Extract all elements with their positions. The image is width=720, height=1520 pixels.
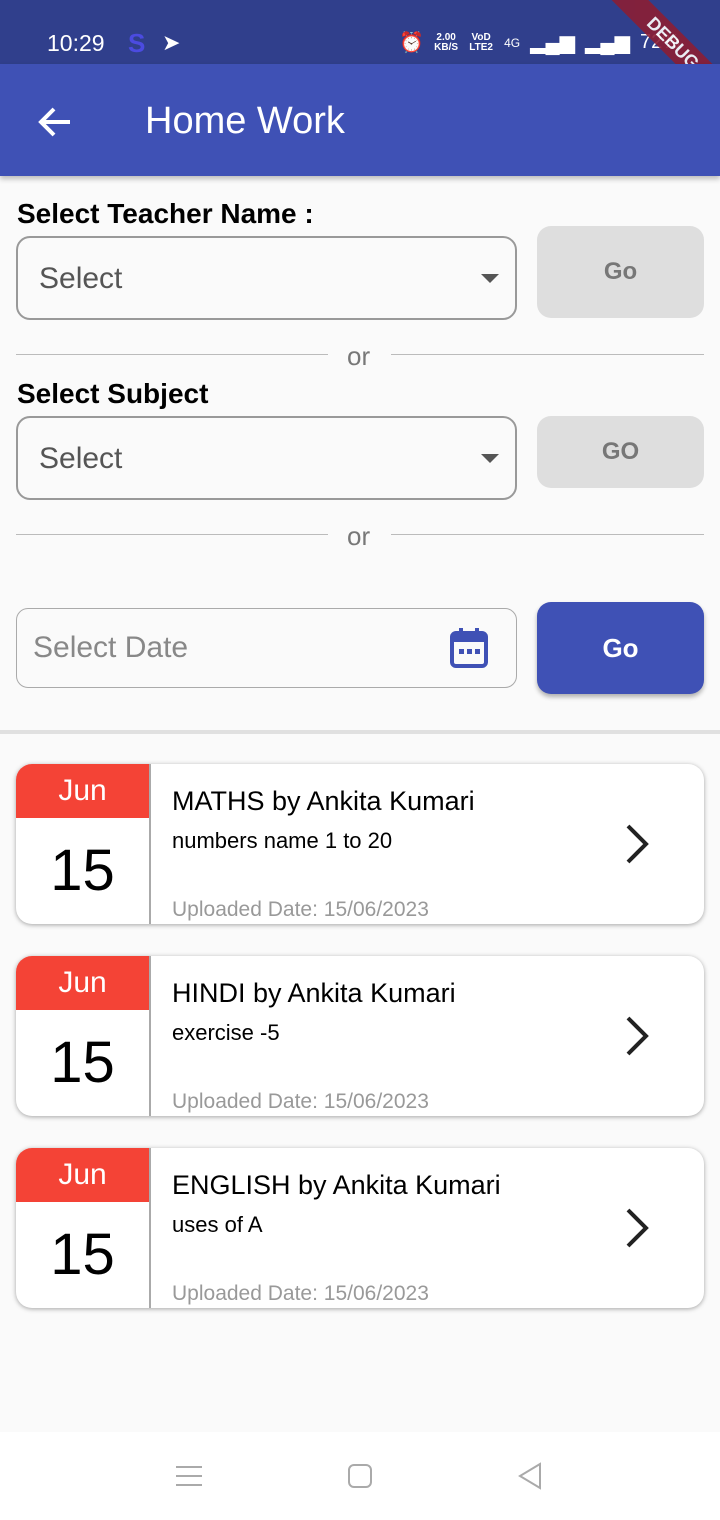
teacher-dropdown-value: Select: [39, 262, 123, 295]
dropdown-arrow-icon: [481, 454, 499, 463]
date-day: 15: [50, 1030, 115, 1095]
teacher-go-button[interactable]: Go: [537, 226, 704, 318]
page-title: Home Work: [145, 100, 345, 142]
homework-title: ENGLISH by Ankita Kumari: [172, 1170, 501, 1200]
menu-icon[interactable]: [175, 1464, 203, 1488]
uploaded-date: Uploaded Date: 15/06/2023: [172, 1090, 429, 1113]
status-bar: 10:29 S ➤ ⏰ 2.00 KB/S VoD LTE2 4G ▂▄▆ ▂▄▆…: [0, 0, 720, 64]
subject-go-button[interactable]: GO: [537, 416, 704, 488]
back-nav-icon[interactable]: [517, 1462, 543, 1490]
signal-icon: ▂▄▆: [530, 32, 576, 54]
homework-title: MATHS by Ankita Kumari: [172, 786, 475, 816]
system-nav-bar: [0, 1432, 720, 1520]
volte-indicator: VoD LTE2: [469, 31, 493, 53]
network-type: 4G: [504, 35, 521, 50]
or-text: or: [347, 521, 371, 551]
subject-dropdown-value: Select: [39, 442, 123, 475]
or-divider: or: [16, 341, 704, 371]
chevron-right-icon[interactable]: [622, 822, 652, 866]
net-speed: 2.00 KB/S: [434, 32, 459, 53]
teacher-dropdown[interactable]: Select: [16, 236, 517, 320]
homework-card[interactable]: Jun 15 MATHS by Ankita Kumari numbers na…: [16, 764, 704, 924]
date-month: Jun: [16, 1148, 149, 1202]
date-month: Jun: [16, 956, 149, 1010]
signal-icon-2: ▂▄▆: [585, 32, 630, 54]
teacher-label: Select Teacher Name :: [17, 198, 314, 229]
app-s-icon: S: [128, 28, 146, 58]
chevron-right-icon[interactable]: [622, 1014, 652, 1058]
homework-title: HINDI by Ankita Kumari: [172, 978, 456, 1008]
app-bar: Home Work: [0, 64, 720, 176]
or-divider: or: [16, 521, 704, 551]
calendar-icon[interactable]: [449, 627, 489, 669]
card-divider: [149, 1148, 151, 1308]
homework-description: uses of A: [172, 1212, 263, 1237]
homework-description: exercise -5: [172, 1020, 280, 1045]
chevron-right-icon[interactable]: [622, 1206, 652, 1250]
subject-label: Select Subject: [17, 378, 209, 409]
card-divider: [149, 764, 151, 924]
divider: [0, 730, 720, 734]
homework-card[interactable]: Jun 15 HINDI by Ankita Kumari exercise -…: [16, 956, 704, 1116]
homework-card[interactable]: Jun 15 ENGLISH by Ankita Kumari uses of …: [16, 1148, 704, 1308]
telegram-icon: ➤: [162, 30, 181, 55]
alarm-icon: ⏰: [399, 32, 425, 54]
date-placeholder: Select Date: [33, 631, 189, 664]
card-divider: [149, 956, 151, 1116]
uploaded-date: Uploaded Date: 15/06/2023: [172, 898, 429, 921]
date-day: 15: [50, 1222, 115, 1287]
uploaded-date: Uploaded Date: 15/06/2023: [172, 1282, 429, 1305]
dropdown-arrow-icon: [481, 274, 499, 283]
homework-description: numbers name 1 to 20: [172, 828, 393, 853]
back-arrow-icon[interactable]: [36, 102, 76, 142]
date-go-button[interactable]: Go: [537, 602, 704, 694]
date-month: Jun: [16, 764, 149, 818]
subject-dropdown[interactable]: Select: [16, 416, 517, 500]
clock: 10:29: [47, 30, 105, 56]
or-text: or: [347, 341, 371, 371]
date-input[interactable]: Select Date: [16, 608, 517, 688]
home-icon[interactable]: [347, 1463, 373, 1489]
date-day: 15: [50, 838, 115, 903]
net-speed-unit: KB/S: [434, 41, 459, 53]
